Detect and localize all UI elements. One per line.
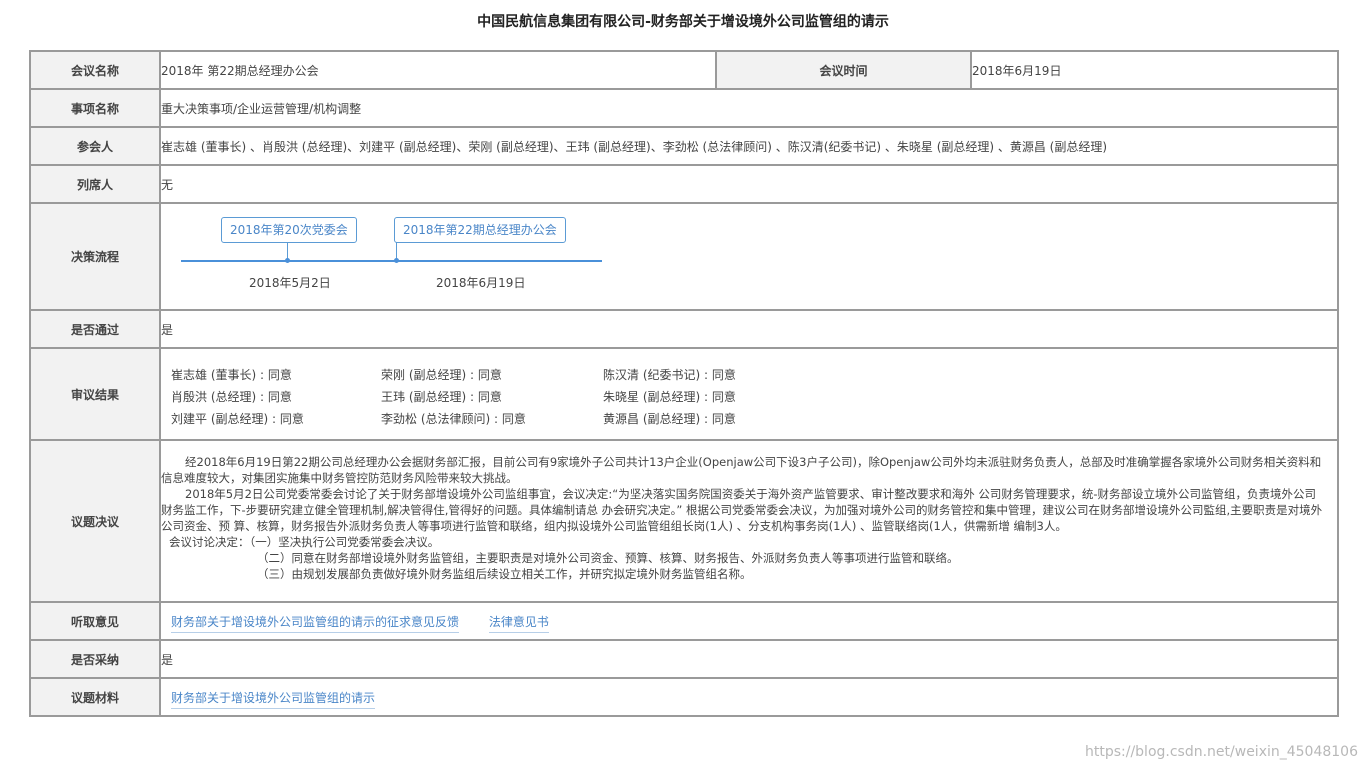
meeting-name-label: 会议名称: [29, 50, 161, 90]
vote-entry: 荣刚 (副总经理) : 同意: [381, 367, 502, 382]
row-observers: 列席人 无: [29, 164, 1339, 204]
row-passed: 是否通过 是: [29, 309, 1339, 349]
passed-label: 是否通过: [29, 309, 161, 349]
material-document-link[interactable]: 财务部关于增设境外公司监管组的请示: [171, 690, 376, 709]
resolution-item: （三）由规划发展部负责做好境外财务监组后续设立相关工作，并研究拟定境外财务监管组…: [257, 566, 752, 581]
vote-entry: 李劲松 (总法律顾问) : 同意: [381, 411, 526, 426]
row-item-name: 事项名称 重大决策事项/企业运营管理/机构调整: [29, 88, 1339, 128]
row-materials: 议题材料 财务部关于增设境外公司监管组的请示: [29, 677, 1339, 717]
attendees-label: 参会人: [29, 126, 161, 166]
meeting-time-value: 2018年6月19日: [970, 50, 1339, 90]
timeline-dot: [285, 258, 290, 263]
timeline-dot: [394, 258, 399, 263]
review-label: 审议结果: [29, 347, 161, 441]
process-value: 2018年第20次党委会 2018年5月2日 2018年第22期总经理办公会 2…: [159, 202, 1339, 311]
observers-value: 无: [159, 164, 1339, 204]
watermark: https://blog.csdn.net/weixin_45048106: [1084, 744, 1358, 760]
adopted-value: 是: [159, 639, 1339, 679]
meeting-record-table: 会议名称 2018年 第22期总经理办公会 会议时间 2018年6月19日 事项…: [29, 50, 1339, 717]
attendees-value: 崔志雄 (董事长) 、肖殷洪 (总经理)、刘建平 (副总经理)、荣刚 (副总经理…: [159, 126, 1339, 166]
adopted-label: 是否采纳: [29, 639, 161, 679]
resolution-label: 议题决议: [29, 439, 161, 603]
resolution-value: 经2018年6月19日第22期公司总经理办公会据财务部汇报，目前公司有9家境外子…: [159, 439, 1339, 603]
opinions-label: 听取意见: [29, 601, 161, 641]
item-name-label: 事项名称: [29, 88, 161, 128]
materials-value: 财务部关于增设境外公司监管组的请示: [159, 677, 1339, 717]
timeline-step-gm-meeting[interactable]: 2018年第22期总经理办公会: [394, 217, 566, 243]
opinions-value: 财务部关于增设境外公司监管组的请示的征求意见反馈 法律意见书: [159, 601, 1339, 641]
vote-entry: 朱晓星 (副总经理) : 同意: [603, 389, 736, 404]
resolution-lead: 会议讨论决定：（一）坚决执行公司党委常委会决议。: [169, 534, 440, 549]
resolution-paragraph: 经2018年6月19日第22期公司总经理办公会据财务部汇报，目前公司有9家境外子…: [161, 454, 1322, 485]
materials-label: 议题材料: [29, 677, 161, 717]
vote-entry: 肖殷洪 (总经理) : 同意: [171, 389, 292, 404]
resolution-paragraph: 2018年5月2日公司党委常委会讨论了关于财务部增设境外公司监组事宜，会议决定:…: [161, 486, 1323, 533]
row-resolution: 议题决议 经2018年6月19日第22期公司总经理办公会据财务部汇报，目前公司有…: [29, 439, 1339, 603]
decision-timeline: 2018年第20次党委会 2018年5月2日 2018年第22期总经理办公会 2…: [161, 204, 1337, 309]
vote-entry: 刘建平 (副总经理) : 同意: [171, 411, 304, 426]
process-label: 决策流程: [29, 202, 161, 311]
resolution-item: （二）同意在财务部增设境外财务监管组，主要职责是对境外公司资金、预算、核算、财务…: [257, 550, 959, 565]
timeline-date: 2018年5月2日: [249, 276, 331, 290]
vote-entry: 王玮 (副总经理) : 同意: [381, 389, 502, 404]
resolution-text: 经2018年6月19日第22期公司总经理办公会据财务部汇报，目前公司有9家境外子…: [161, 447, 1337, 596]
timeline-step-party-committee[interactable]: 2018年第20次党委会: [221, 217, 357, 243]
row-review-result: 审议结果 崔志雄 (董事长) : 同意 荣刚 (副总经理) : 同意 陈汉清 (…: [29, 347, 1339, 441]
vote-entry: 崔志雄 (董事长) : 同意: [171, 367, 292, 382]
review-value: 崔志雄 (董事长) : 同意 荣刚 (副总经理) : 同意 陈汉清 (纪委书记)…: [159, 347, 1339, 441]
timeline-line: [181, 260, 602, 262]
opinion-feedback-link[interactable]: 财务部关于增设境外公司监管组的请示的征求意见反馈: [171, 614, 460, 633]
vote-entry: 陈汉清 (纪委书记) : 同意: [603, 367, 736, 382]
meeting-name-value: 2018年 第22期总经理办公会: [159, 50, 717, 90]
meeting-time-label: 会议时间: [715, 50, 972, 90]
row-attendees: 参会人 崔志雄 (董事长) 、肖殷洪 (总经理)、刘建平 (副总经理)、荣刚 (…: [29, 126, 1339, 166]
row-meeting-name: 会议名称 2018年 第22期总经理办公会 会议时间 2018年6月19日: [29, 50, 1339, 90]
item-name-value: 重大决策事项/企业运营管理/机构调整: [159, 88, 1339, 128]
row-decision-process: 决策流程 2018年第20次党委会 2018年5月2日 2018年第22期总经理…: [29, 202, 1339, 311]
vote-grid: 崔志雄 (董事长) : 同意 荣刚 (副总经理) : 同意 陈汉清 (纪委书记)…: [161, 362, 1337, 427]
passed-value: 是: [159, 309, 1339, 349]
page-title: 中国民航信息集团有限公司-财务部关于增设境外公司监管组的请示: [477, 14, 889, 30]
row-opinions: 听取意见 财务部关于增设境外公司监管组的请示的征求意见反馈 法律意见书: [29, 601, 1339, 641]
vote-entry: 黄源昌 (副总经理) : 同意: [603, 411, 736, 426]
observers-label: 列席人: [29, 164, 161, 204]
row-adopted: 是否采纳 是: [29, 639, 1339, 679]
timeline-date: 2018年6月19日: [436, 276, 526, 290]
legal-opinion-link[interactable]: 法律意见书: [488, 614, 549, 633]
